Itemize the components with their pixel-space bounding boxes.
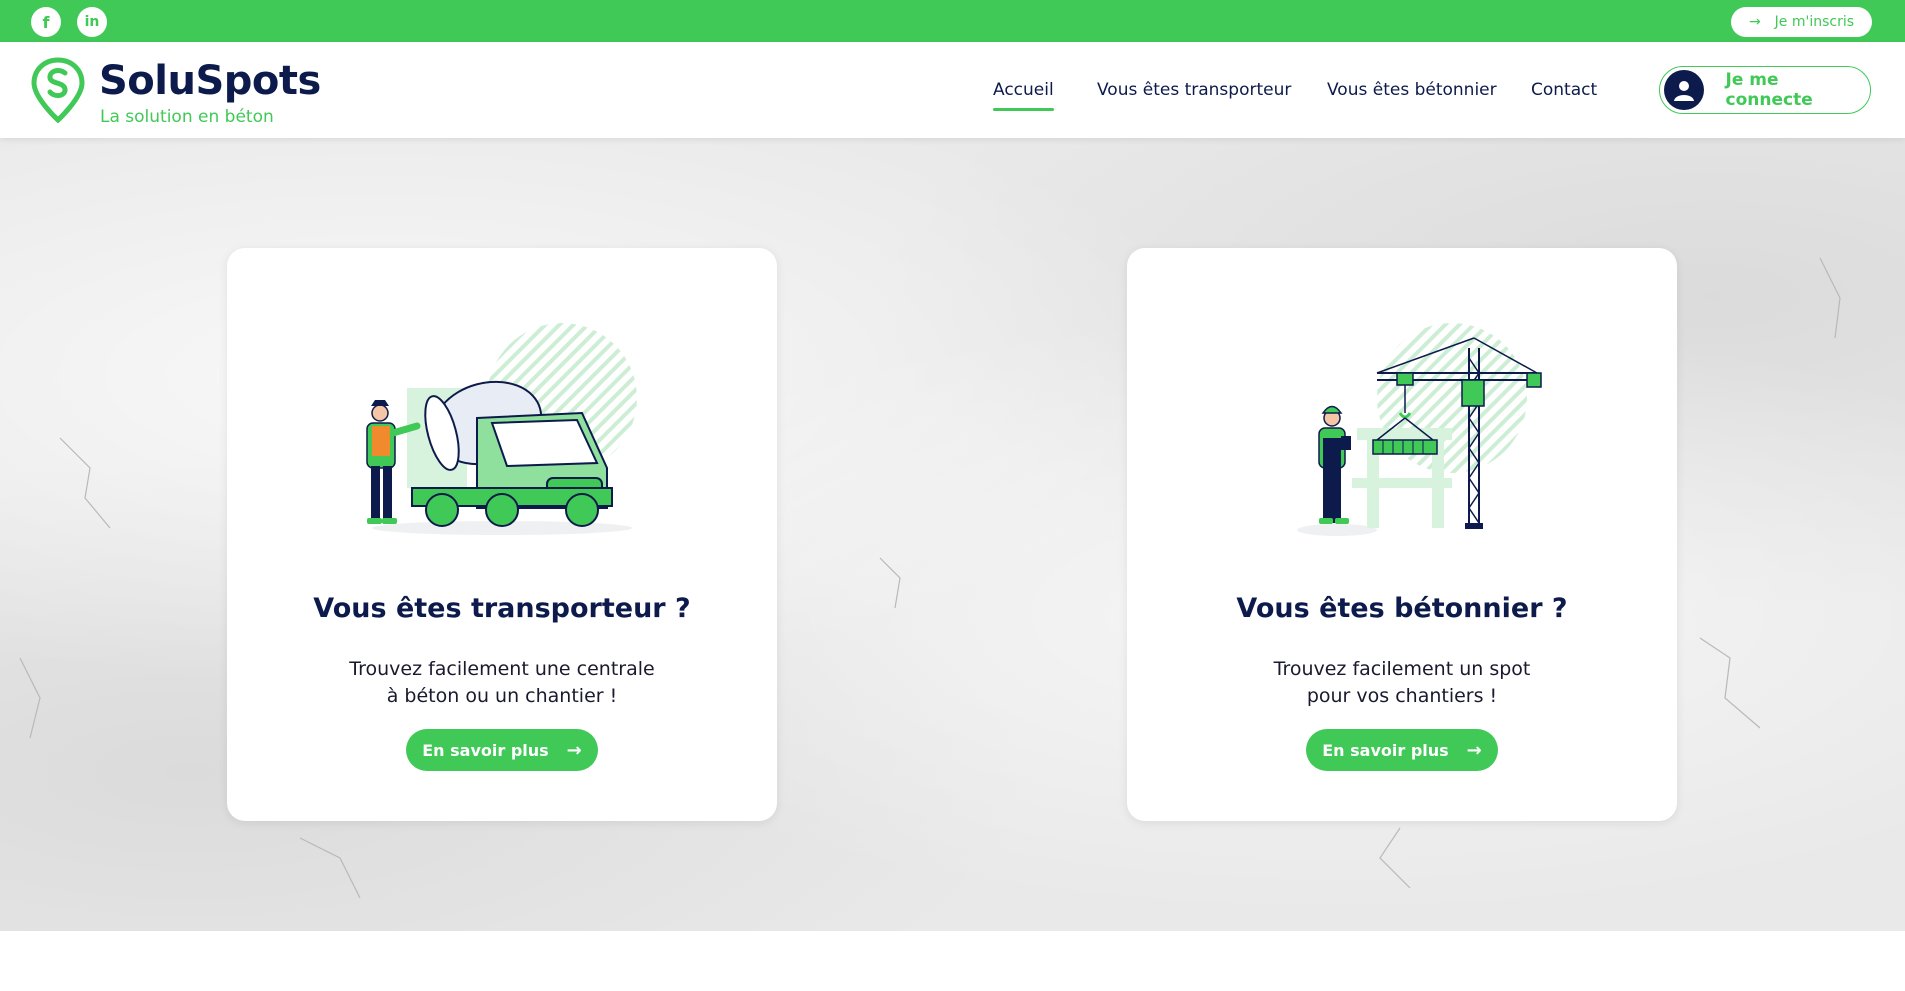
card-title: Vous êtes bétonnier ?: [1236, 593, 1568, 624]
betonnier-card: Vous êtes bétonnier ? Trouvez facilement…: [1127, 248, 1677, 821]
linkedin-icon[interactable]: in: [77, 7, 107, 37]
arrow-right-icon: →: [1466, 739, 1482, 761]
location-pin-logo-icon[interactable]: [30, 56, 86, 126]
arrow-right-icon: →: [1748, 14, 1761, 30]
transporteur-card: Vous êtes transporteur ? Trouvez facilem…: [227, 248, 777, 821]
arrow-right-icon: →: [566, 739, 582, 761]
login-label: Je me connecte: [1725, 70, 1813, 110]
concrete-mixer-truck-illustration: [366, 323, 637, 535]
card-text: Trouvez facilement un spot pour vos chan…: [1202, 656, 1602, 710]
nav-betonnier[interactable]: Vous êtes bétonnier: [1327, 80, 1497, 100]
signup-button[interactable]: → Je m'inscris: [1731, 7, 1872, 37]
top-bar: f in → Je m'inscris: [0, 0, 1905, 42]
card-text-line: Trouvez facilement une centrale: [349, 658, 655, 680]
card-text-line: pour vos chantiers !: [1306, 685, 1498, 707]
learn-more-button[interactable]: En savoir plus →: [406, 729, 598, 771]
button-label: En savoir plus: [1322, 740, 1449, 760]
user-avatar-icon: [1664, 70, 1704, 110]
button-label: En savoir plus: [422, 740, 549, 760]
learn-more-button[interactable]: En savoir plus →: [1306, 729, 1498, 771]
construction-crane-illustration: [1297, 323, 1542, 536]
site-header: SoluSpots La solution en béton Accueil V…: [0, 42, 1905, 138]
hero-section: Vous êtes transporteur ? Trouvez facilem…: [0, 138, 1905, 931]
card-text-line: Trouvez facilement un spot: [1273, 658, 1531, 680]
card-text-line: à béton ou un chantier !: [386, 685, 618, 707]
nav-transporteur[interactable]: Vous êtes transporteur: [1097, 80, 1291, 100]
card-text: Trouvez facilement une centrale à béton …: [302, 656, 702, 710]
nav-contact[interactable]: Contact: [1531, 80, 1597, 100]
signup-label: Je m'inscris: [1774, 14, 1855, 30]
card-title: Vous êtes transporteur ?: [313, 593, 691, 624]
login-button[interactable]: Je me connecte: [1659, 66, 1871, 114]
logo-name[interactable]: SoluSpots: [99, 58, 321, 104]
nav-accueil[interactable]: Accueil: [993, 80, 1054, 111]
logo-tagline: La solution en béton: [100, 107, 274, 127]
facebook-icon[interactable]: f: [31, 7, 61, 37]
